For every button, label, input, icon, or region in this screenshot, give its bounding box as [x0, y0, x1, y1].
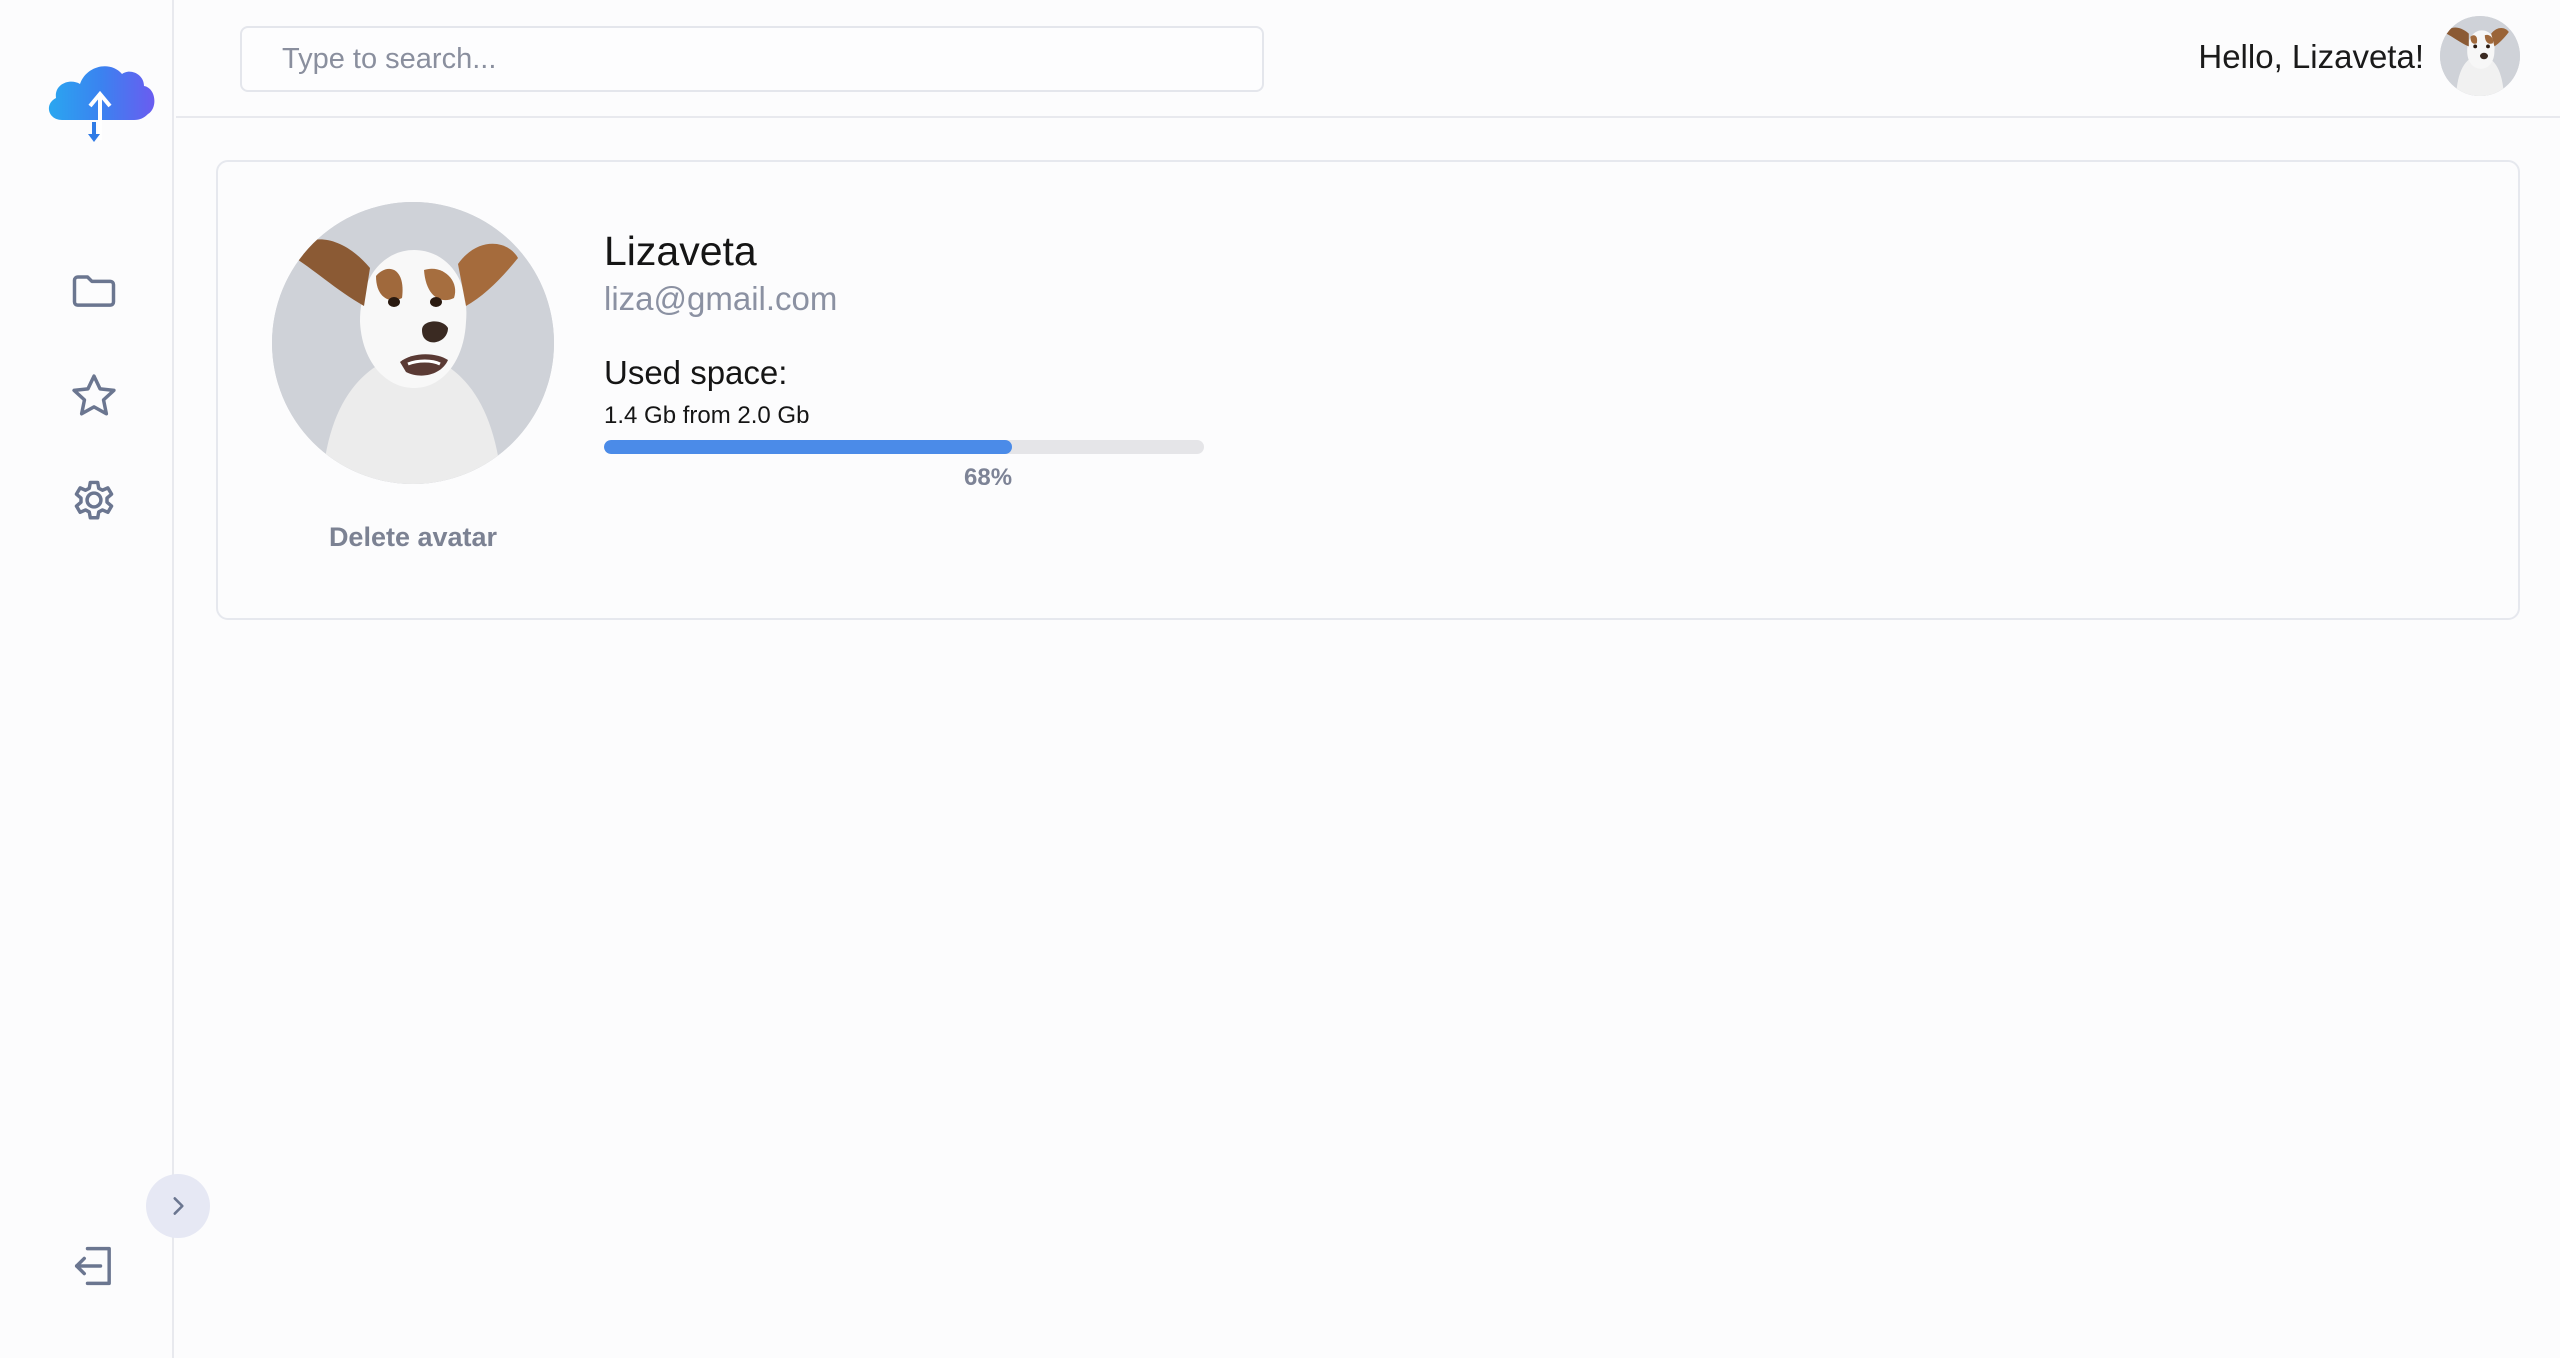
search-input[interactable] — [240, 26, 1264, 92]
sidebar — [0, 0, 174, 1358]
chevron-right-icon — [173, 1197, 184, 1215]
used-space-detail: 1.4 Gb from 2.0 Gb — [604, 402, 810, 429]
sidebar-expand-button[interactable] — [146, 1174, 210, 1238]
folder-icon[interactable] — [62, 258, 126, 322]
header-avatar[interactable] — [2440, 16, 2520, 96]
greeting-text: Hello, Lizaveta! — [2198, 38, 2424, 75]
profile-avatar — [272, 202, 554, 484]
delete-avatar-button[interactable]: Delete avatar — [272, 522, 554, 553]
storage-percent-label: 68% — [964, 464, 1013, 491]
user-email: liza@gmail.com — [604, 280, 838, 317]
logout-icon[interactable] — [62, 1234, 126, 1298]
gear-icon[interactable] — [62, 468, 126, 532]
cloud-upload-logo-icon[interactable] — [44, 52, 156, 144]
star-icon[interactable] — [62, 364, 126, 428]
storage-progress-bar — [604, 440, 1204, 454]
user-name: Lizaveta — [604, 228, 757, 274]
profile-card: Delete avatar Lizaveta liza@gmail.com Us… — [216, 160, 2520, 620]
top-bar: Hello, Lizaveta! — [176, 0, 2560, 118]
used-space-title: Used space: — [604, 354, 788, 391]
storage-progress-fill — [604, 440, 1012, 454]
